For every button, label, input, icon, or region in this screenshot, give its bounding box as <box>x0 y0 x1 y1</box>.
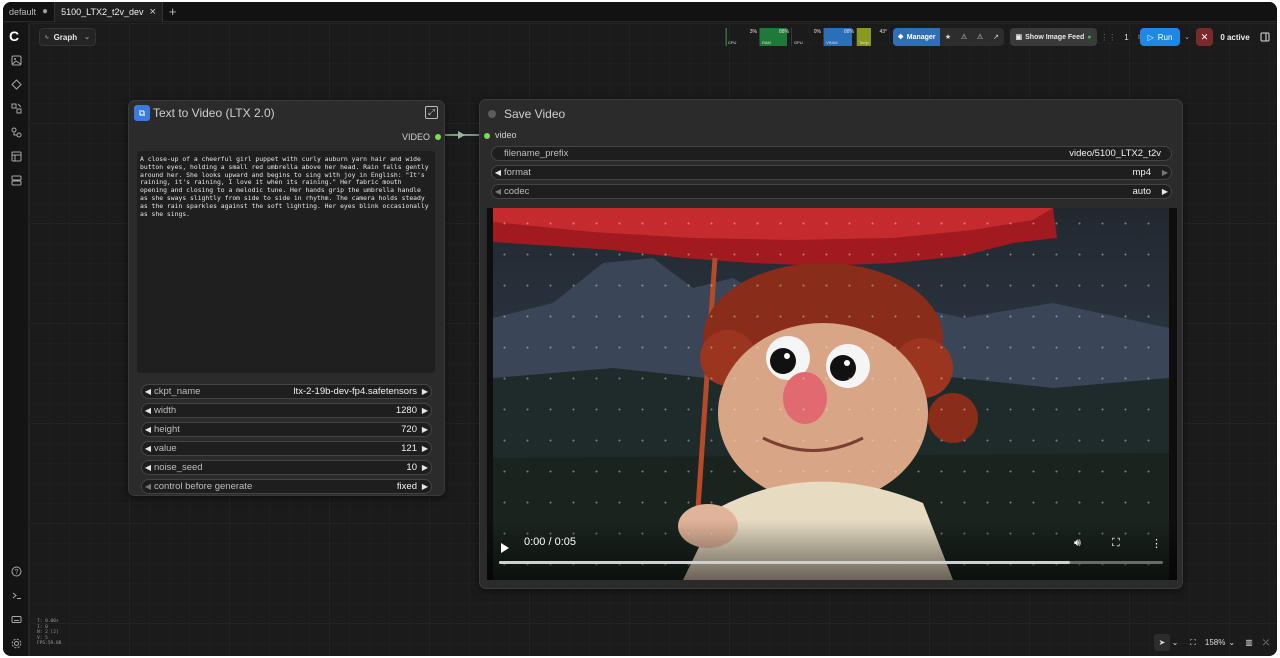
video-time: 0:00 / 0:05 <box>524 536 576 548</box>
widget-value: 121 <box>401 443 417 454</box>
subgraph-icon: ⧉ <box>134 105 150 121</box>
widget-name: height <box>154 424 180 435</box>
video-output-slot[interactable] <box>435 134 441 140</box>
widget-value: auto <box>1132 186 1152 197</box>
arrow-left-icon[interactable]: ◀ <box>142 425 154 434</box>
video-progress-bar[interactable] <box>499 561 1163 564</box>
prompt-textarea[interactable]: A close-up of a cheerful girl puppet wit… <box>137 151 435 373</box>
video-progress-fill <box>499 561 1071 564</box>
chevron-down-icon: ⌄ <box>1228 638 1236 647</box>
control-before-generate-combo[interactable]: ◀ control before generate fixed ▶ <box>141 479 432 494</box>
app-window: default ● 5100_LTX2_t2v_dev × + C ? Grap… <box>3 2 1277 656</box>
widget-value: 720 <box>401 424 417 435</box>
noise-seed-number[interactable]: ◀ noise_seed 10 ▶ <box>141 460 432 475</box>
volume-icon[interactable]: 🔊︎ <box>1074 537 1081 550</box>
expand-icon[interactable]: ⤢ <box>425 106 438 119</box>
pointer-icon: ➤ <box>1158 638 1166 647</box>
widget-name: codec <box>504 186 530 197</box>
video-input-slot[interactable] <box>484 133 490 139</box>
text-to-video-node[interactable]: ⧉ Text to Video (LTX 2.0) ⤢ VIDEO A clos… <box>128 100 445 496</box>
arrow-left-icon[interactable]: ◀ <box>142 387 154 396</box>
minimap-icon: ▥ <box>1245 638 1253 647</box>
zoom-control[interactable]: 158% ⌄ <box>1202 634 1238 651</box>
widget-value: ltx-2-19b-dev-fp4.safetensors <box>293 386 417 397</box>
widget-name: ckpt_name <box>154 386 201 397</box>
widget-name: control before generate <box>154 481 253 492</box>
arrow-left-icon[interactable]: ◀ <box>492 187 504 196</box>
arrow-right-icon[interactable]: ▶ <box>1159 168 1171 177</box>
arrow-right-icon[interactable]: ▶ <box>419 463 431 472</box>
widget-name: value <box>154 443 177 454</box>
arrow-left-icon[interactable]: ◀ <box>142 406 154 415</box>
arrow-left-icon[interactable]: ◀ <box>142 444 154 453</box>
fullscreen-icon[interactable]: ⛶ <box>1112 537 1120 550</box>
video-controls <box>487 520 1177 580</box>
arrow-right-icon[interactable]: ▶ <box>419 387 431 396</box>
widget-value: video/5100_LTX2_t2v <box>1069 148 1161 159</box>
height-number[interactable]: ◀ height 720 ▶ <box>141 422 432 437</box>
widget-name: width <box>154 405 177 416</box>
more-options-icon[interactable]: ⋮ <box>1151 537 1162 550</box>
video-input-label: video <box>495 130 517 140</box>
stats-line: N: 2 [2] <box>37 630 59 635</box>
link-visibility-button[interactable]: ⤫ <box>1259 634 1273 651</box>
video-player[interactable]: 0:00 / 0:05 🔊︎ ⛶ ⋮ <box>487 208 1177 580</box>
widget-value: mp4 <box>1132 167 1151 178</box>
stats-line: FPS:59.88 <box>37 641 62 646</box>
play-icon[interactable] <box>501 543 509 553</box>
arrow-left-icon[interactable]: ◀ <box>142 463 154 472</box>
arrow-right-icon[interactable]: ▶ <box>419 482 431 491</box>
node-title: Save Video <box>504 107 566 121</box>
minimap-button[interactable]: ▥ <box>1242 634 1256 651</box>
value-number[interactable]: ◀ value 121 ▶ <box>141 441 432 456</box>
fit-view-button[interactable]: ⛶ <box>1186 634 1200 651</box>
widget-value: fixed <box>396 481 417 492</box>
arrow-right-icon[interactable]: ▶ <box>419 406 431 415</box>
codec-combo[interactable]: ◀ codec auto ▶ <box>491 184 1172 199</box>
widget-value: 1280 <box>395 405 417 416</box>
node-title-bar[interactable]: ⧉ Text to Video (LTX 2.0) <box>129 101 444 125</box>
widget-name: filename_prefix <box>504 148 569 159</box>
arrow-right-icon[interactable]: ▶ <box>1159 187 1171 196</box>
render-stats: T: 0.00s I: 0 N: 2 [2] V: 5 FPS:59.88 <box>37 619 61 647</box>
collapse-dot-icon[interactable] <box>488 110 496 118</box>
widget-name: noise_seed <box>154 462 203 473</box>
chevron-down-icon: ⌄ <box>1171 638 1179 647</box>
widget-name: format <box>504 167 531 178</box>
fit-view-icon: ⛶ <box>1190 637 1196 647</box>
node-title: Text to Video (LTX 2.0) <box>153 106 275 120</box>
node-title-bar[interactable]: Save Video <box>480 100 1182 128</box>
tool-dropdown[interactable]: ⌄ <box>1170 634 1180 651</box>
link-icon: ⤫ <box>1262 637 1270 647</box>
format-combo[interactable]: ◀ format mp4 ▶ <box>491 165 1172 180</box>
select-tool-button[interactable]: ➤ <box>1154 634 1170 651</box>
width-number[interactable]: ◀ width 1280 ▶ <box>141 403 432 418</box>
zoom-level: 158% <box>1204 638 1226 647</box>
arrow-left-icon[interactable]: ◀ <box>492 168 504 177</box>
arrow-left-icon[interactable]: ◀ <box>142 482 154 491</box>
video-output-label: VIDEO <box>401 132 430 142</box>
stats-line: T: 0.00s <box>37 619 59 624</box>
save-video-node[interactable]: Save Video video filename_prefix video/5… <box>479 99 1183 589</box>
filename-prefix-text[interactable]: filename_prefix video/5100_LTX2_t2v <box>491 146 1172 161</box>
ckpt-name-combo[interactable]: ◀ ckpt_name ltx-2-19b-dev-fp4.safetensor… <box>141 384 432 399</box>
widget-value: 10 <box>406 462 417 473</box>
arrow-right-icon[interactable]: ▶ <box>419 425 431 434</box>
arrow-right-icon[interactable]: ▶ <box>419 444 431 453</box>
